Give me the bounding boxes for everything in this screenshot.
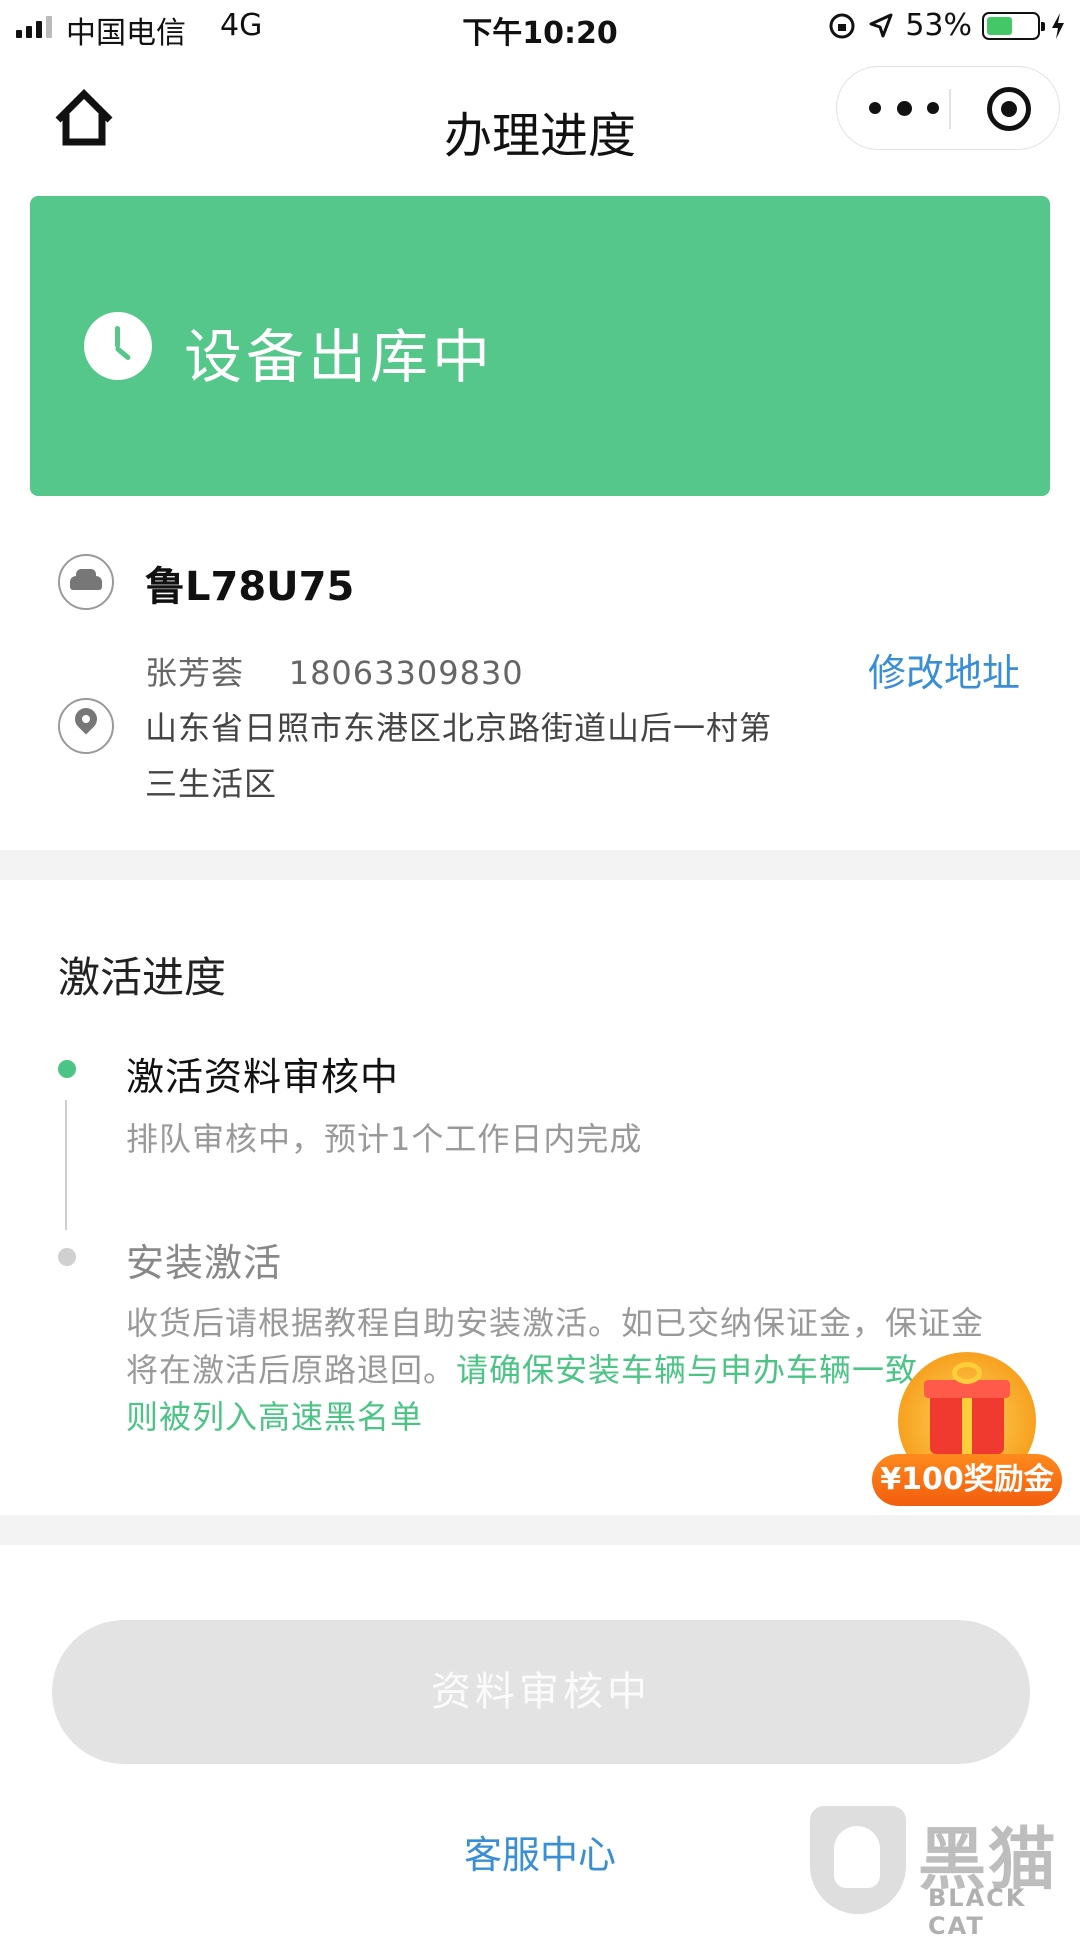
step-2-title: 安装激活 [126, 1241, 283, 1285]
rotation-lock-icon [829, 13, 855, 38]
license-plate: 鲁L78U75 [145, 564, 355, 610]
charging-icon [1052, 12, 1064, 39]
refund-note: 将在激活后原路退回。 [126, 1351, 457, 1389]
nav-bar: 办理进度 [0, 54, 1080, 204]
section-divider [0, 850, 1080, 880]
cat-silhouette [834, 1826, 880, 1888]
battery-icon [982, 11, 1045, 40]
address-line-2: 三生活区 [145, 765, 278, 803]
contact-info: 张芳荟 18063309830 [145, 648, 524, 694]
miniprogram-capsule [836, 66, 1060, 150]
contact-phone: 18063309830 [288, 654, 524, 692]
location-pin-icon [58, 698, 114, 754]
step-connector-line [65, 1100, 67, 1230]
step-2-desc-line-1: 收货后请根据教程自助安装激活。如已交纳保证金，保证金 [126, 1304, 985, 1342]
address-line-1: 山东省日照市东港区北京路街道山后一村第 [145, 709, 773, 747]
contact-name: 张芳荟 [145, 654, 245, 692]
step-1-description: 排队审核中，预计1个工作日内完成 [126, 1120, 643, 1158]
step-active-dot [58, 1060, 76, 1078]
capsule-divider [949, 89, 951, 129]
banner-status-text: 设备出库中 [184, 323, 495, 391]
edit-address-link[interactable]: 修改地址 [868, 642, 1020, 697]
section-divider-2 [0, 1515, 1080, 1545]
reward-label: ¥100奖励金 [872, 1454, 1062, 1506]
status-bar: 中国电信 4G 下午10:20 53% [0, 0, 1080, 54]
car-icon [58, 554, 114, 610]
battery-percent: 53% [905, 8, 972, 43]
location-icon [869, 13, 893, 37]
reward-float-button[interactable]: ¥100奖励金 [872, 1350, 1062, 1510]
step-pending-dot [58, 1248, 76, 1266]
status-banner: 设备出库中 [30, 196, 1050, 496]
shipping-address: 山东省日照市东港区北京路街道山后一村第 三生活区 [145, 700, 805, 812]
clock-icon [84, 312, 152, 380]
gift-bow [952, 1362, 982, 1384]
blackcat-watermark: 黑猫 BLACK CAT [810, 1800, 1080, 1940]
status-right: 53% [827, 8, 1066, 43]
step-1-title: 激活资料审核中 [126, 1055, 400, 1099]
watermark-en: BLACK CAT [928, 1884, 1027, 1940]
progress-section-title: 激活进度 [58, 953, 227, 1002]
review-status-button[interactable]: 资料审核中 [52, 1620, 1030, 1764]
more-dots-icon[interactable] [869, 93, 939, 123]
target-circle-icon[interactable] [987, 87, 1031, 131]
